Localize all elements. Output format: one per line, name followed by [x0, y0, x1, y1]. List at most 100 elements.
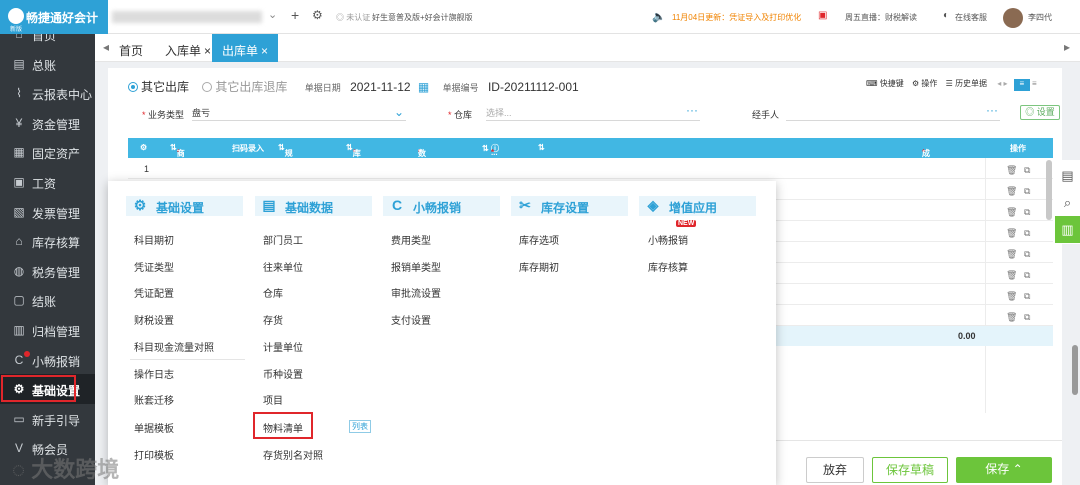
- menu-item[interactable]: 支付设置: [391, 312, 431, 327]
- grid-view-icon[interactable]: ≡: [1032, 79, 1037, 88]
- uncertified-badge[interactable]: ◎ 未认证: [336, 12, 370, 23]
- chevron-down-icon[interactable]: ⌄: [268, 8, 277, 21]
- update-notice[interactable]: 11月04日更新：凭证导入及打印优化: [672, 12, 801, 23]
- menu-item[interactable]: 部门员工: [263, 232, 303, 247]
- calendar-icon[interactable]: ▦: [418, 80, 429, 94]
- settings-button[interactable]: ◎ 设置: [1020, 105, 1060, 120]
- delete-icon[interactable]: 🗑: [1006, 312, 1017, 323]
- menu-item[interactable]: 存货别名对照: [263, 447, 323, 462]
- delete-icon[interactable]: 🗑: [1006, 228, 1017, 239]
- radio-other-return[interactable]: 其它出库退库: [202, 80, 287, 94]
- menu-item[interactable]: 审批流设置: [391, 285, 441, 300]
- menu-item[interactable]: 凭证配置: [134, 285, 174, 300]
- menu-item[interactable]: 项目: [263, 392, 283, 407]
- menu-item[interactable]: 往来单位: [263, 259, 303, 274]
- sidebar-item-fixed-assets[interactable]: ▦ 固定资产: [0, 137, 95, 167]
- operation-button[interactable]: ⚙ 操作: [912, 79, 937, 88]
- gear-icon[interactable]: ⚙: [312, 8, 323, 22]
- menu-item[interactable]: 报销单类型: [391, 259, 441, 274]
- sidebar-item-home[interactable]: ⌂ 首页: [0, 34, 95, 49]
- page-scrollbar[interactable]: [1072, 345, 1078, 395]
- sort-icon[interactable]: ⇅: [538, 143, 545, 152]
- delete-icon[interactable]: 🗑: [1006, 165, 1017, 176]
- close-icon[interactable]: ×: [261, 44, 268, 58]
- account-name-blurred[interactable]: [112, 11, 262, 23]
- save-button[interactable]: 保存 ⌃: [956, 457, 1052, 483]
- menu-item[interactable]: 库存期初: [519, 259, 559, 274]
- list-view-icon[interactable]: ≡: [1013, 79, 1030, 91]
- sidebar-item-funds[interactable]: ¥ 资金管理: [0, 108, 95, 138]
- prev-icon[interactable]: ◂: [997, 79, 1001, 88]
- history-button[interactable]: ☰ 历史单据: [946, 79, 987, 88]
- scrollbar[interactable]: [1046, 160, 1052, 220]
- copy-icon[interactable]: ⧉: [1024, 312, 1030, 323]
- col-scan[interactable]: 扫码录入: [232, 143, 264, 154]
- column-settings-icon[interactable]: ⚙: [140, 143, 147, 152]
- menu-item[interactable]: 库存核算: [648, 259, 688, 274]
- sidebar-item-basic-settings[interactable]: ⚙ 基础设置: [0, 374, 95, 404]
- warehouse-select[interactable]: 选择... ···: [486, 103, 700, 121]
- brand[interactable]: 畅捷通好会计 新版: [0, 0, 108, 34]
- menu-item[interactable]: 库存选项: [519, 232, 559, 247]
- tab-home[interactable]: 首页: [109, 34, 153, 62]
- menu-item[interactable]: 币种设置: [263, 366, 303, 381]
- list-tag[interactable]: 列表: [349, 420, 371, 433]
- menu-item[interactable]: 操作日志: [134, 366, 174, 381]
- radio-other-out[interactable]: 其它出库: [128, 80, 189, 94]
- online-service[interactable]: 在线客服: [955, 12, 987, 23]
- quick-key-button[interactable]: ⌨ 快捷键: [866, 79, 904, 88]
- menu-item[interactable]: 账套迁移: [134, 392, 174, 407]
- discard-button[interactable]: 放弃: [806, 457, 864, 483]
- close-icon[interactable]: ×: [204, 44, 211, 58]
- tab-menu-icon[interactable]: ▸: [1064, 40, 1070, 54]
- add-icon[interactable]: +: [291, 7, 299, 23]
- sidebar-item-report-center[interactable]: ⌇ 云报表中心: [0, 78, 95, 108]
- sidebar-item-close-books[interactable]: ▢ 结账: [0, 285, 95, 315]
- menu-item[interactable]: 凭证类型: [134, 259, 174, 274]
- form-icon[interactable]: ▥: [1055, 216, 1080, 243]
- menu-item-bom[interactable]: 物料清单: [263, 420, 303, 435]
- menu-item[interactable]: 科目现金流量对照: [134, 339, 214, 354]
- copy-icon[interactable]: ⧉: [1024, 249, 1030, 260]
- menu-item[interactable]: 财税设置: [134, 312, 174, 327]
- copy-icon[interactable]: ⧉: [1024, 228, 1030, 239]
- user-name[interactable]: 李四代: [1028, 12, 1052, 23]
- copy-icon[interactable]: ⧉: [1024, 165, 1030, 176]
- notes-icon[interactable]: ▤: [1055, 162, 1080, 189]
- menu-item[interactable]: 费用类型: [391, 232, 431, 247]
- sidebar-item-reimburse[interactable]: C 小畅报销: [0, 345, 95, 375]
- sidebar-item-guide[interactable]: ▭ 新手引导: [0, 404, 95, 434]
- sidebar-item-invoice[interactable]: ▧ 发票管理: [0, 197, 95, 227]
- delete-icon[interactable]: 🗑: [1006, 186, 1017, 197]
- search-doc-icon[interactable]: ⌕: [1055, 189, 1080, 216]
- menu-item[interactable]: 仓库: [263, 285, 283, 300]
- delete-icon[interactable]: 🗑: [1006, 270, 1017, 281]
- col-more[interactable]: ⇅ *... ⓘ: [482, 143, 499, 157]
- menu-item[interactable]: 科目期初: [134, 232, 174, 247]
- tab-stock-out[interactable]: 出库单 ×: [212, 34, 279, 62]
- sidebar-item-inventory[interactable]: ⌂ 库存核算: [0, 226, 95, 256]
- copy-icon[interactable]: ⧉: [1024, 186, 1030, 197]
- copy-icon[interactable]: ⧉: [1024, 270, 1030, 281]
- avatar[interactable]: [1003, 8, 1023, 28]
- col-product[interactable]: ⇅ * 商品: [170, 143, 185, 169]
- handler-select[interactable]: ···: [786, 103, 1000, 121]
- table-row[interactable]: 1: [128, 158, 1053, 179]
- menu-item[interactable]: 计量单位: [263, 339, 303, 354]
- menu-item[interactable]: 小畅报销: [648, 232, 688, 247]
- menu-item[interactable]: 单据模板: [134, 420, 174, 435]
- delete-icon[interactable]: 🗑: [1006, 291, 1017, 302]
- copy-icon[interactable]: ⧉: [1024, 291, 1030, 302]
- next-icon[interactable]: ▸: [1004, 79, 1008, 88]
- delete-icon[interactable]: 🗑: [1006, 207, 1017, 218]
- sidebar-item-ledger[interactable]: ▤ 总账: [0, 49, 95, 79]
- save-draft-button[interactable]: 保存草稿: [872, 457, 948, 483]
- sidebar-item-archive[interactable]: ▥ 归档管理: [0, 315, 95, 345]
- delete-icon[interactable]: 🗑: [1006, 249, 1017, 260]
- copy-icon[interactable]: ⧉: [1024, 207, 1030, 218]
- sidebar-item-tax[interactable]: ◍ 税务管理: [0, 256, 95, 286]
- sidebar-item-salary[interactable]: ▣ 工资: [0, 167, 95, 197]
- menu-item[interactable]: 存货: [263, 312, 283, 327]
- col-unit[interactable]: ⇅ *库存单位: [346, 143, 361, 191]
- doc-date-input[interactable]: 2021-11-12: [350, 80, 411, 94]
